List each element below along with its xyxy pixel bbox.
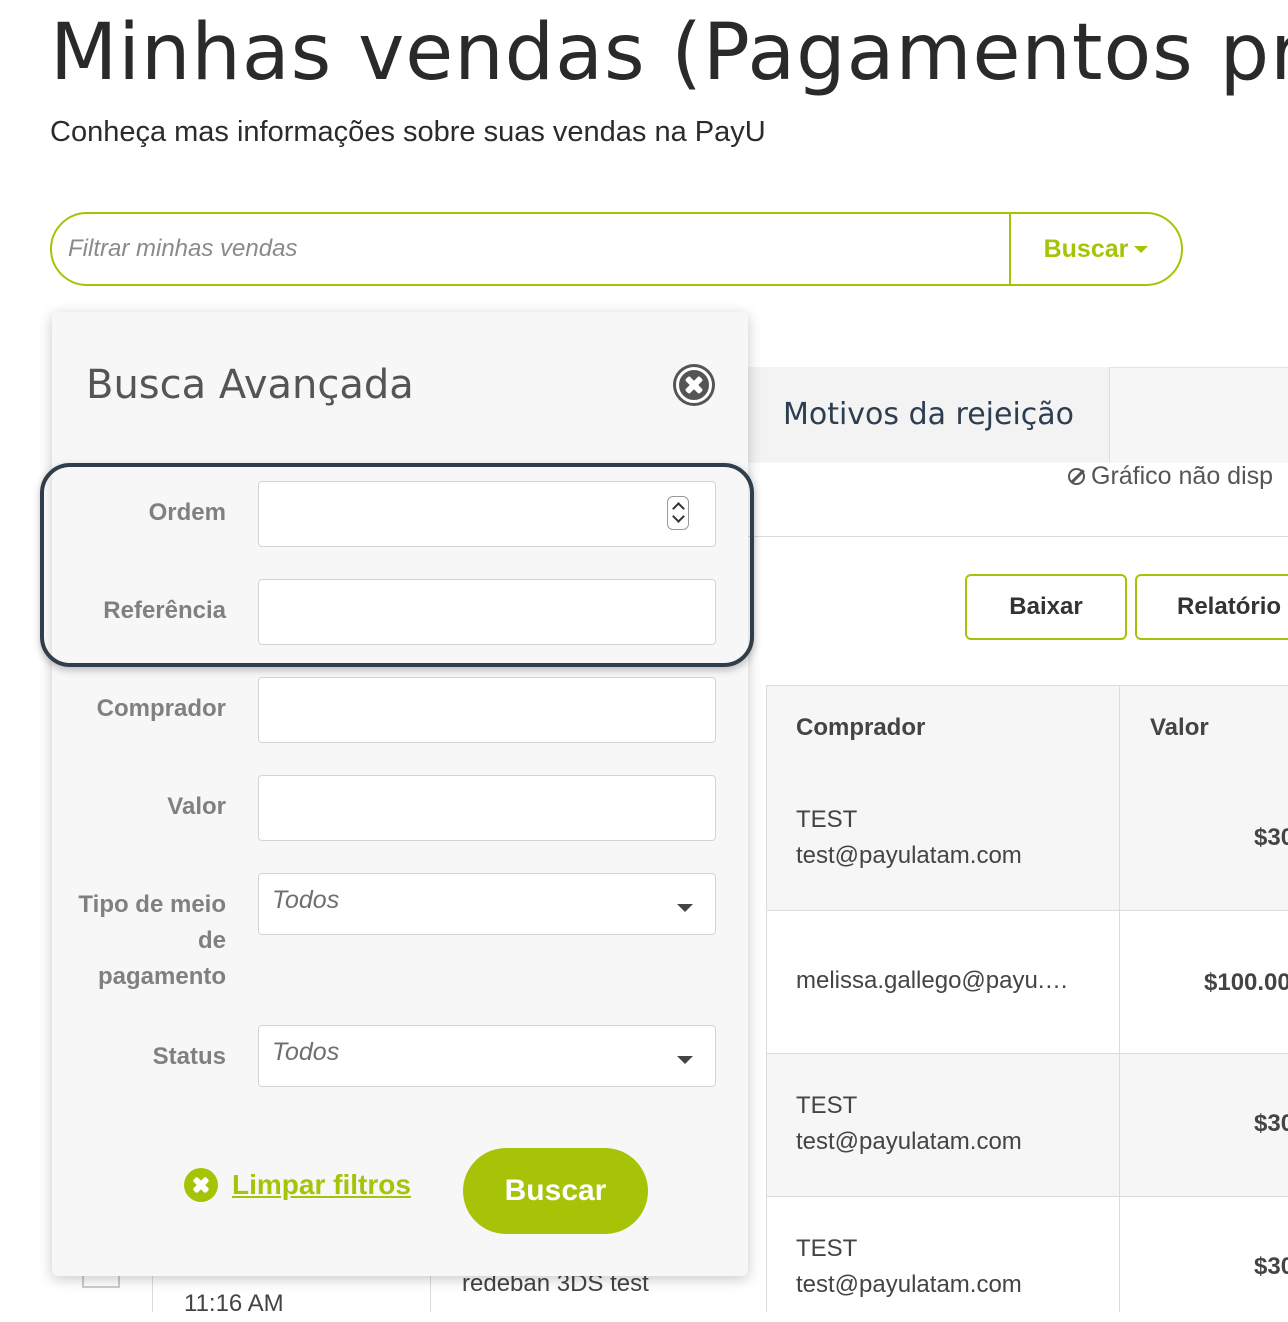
status-select[interactable]: Todos — [258, 1025, 716, 1087]
column-divider — [1119, 685, 1120, 1312]
payment-method-select[interactable]: Todos — [258, 873, 716, 935]
chart-unavailable-notice: Gráfico não disp — [1068, 462, 1273, 491]
panel-title: Busca Avançada — [86, 362, 414, 408]
caret-down-icon — [1134, 245, 1149, 253]
close-icon[interactable] — [673, 364, 715, 406]
table-row[interactable]: TEST test@payulatam.com $30 — [766, 768, 1288, 911]
buyer-name: TEST — [796, 806, 858, 833]
caret-down-icon — [677, 1056, 693, 1064]
page-title: Minhas vendas (Pagamentos pro — [50, 8, 1288, 98]
clear-filters-link[interactable]: Limpar filtros — [184, 1168, 411, 1202]
column-divider — [766, 685, 767, 1312]
amount-value: $100.00 — [1204, 969, 1288, 996]
table-header: Comprador Valor — [766, 685, 1288, 769]
download-button[interactable]: Baixar — [965, 574, 1127, 640]
amount-label: Valor — [167, 793, 226, 820]
column-divider — [152, 1276, 153, 1312]
advanced-search-panel: Busca Avançada Ordem Referência Comprado… — [52, 312, 748, 1276]
page-subtitle: Conheça mas informações sobre suas venda… — [50, 116, 766, 148]
table-row[interactable]: TEST test@payulatam.com $30 — [766, 1197, 1288, 1312]
column-divider — [430, 1276, 431, 1312]
ban-icon — [1068, 468, 1085, 485]
amount-input[interactable] — [258, 775, 716, 841]
row-checkbox[interactable] — [82, 1276, 120, 1288]
payment-method-label: de — [197, 927, 226, 954]
buyer-label: Comprador — [96, 695, 226, 722]
submit-search-button[interactable]: Buscar — [463, 1148, 648, 1234]
buyer-email: test@payulatam.com — [796, 1271, 1022, 1298]
search-dropdown-button[interactable]: Buscar — [1009, 214, 1181, 284]
buyer-input[interactable] — [258, 677, 716, 743]
amount-value: $30 — [1254, 1253, 1288, 1280]
buyer-name: TEST — [796, 1235, 858, 1262]
table-row[interactable]: TEST test@payulatam.com $30 — [766, 1054, 1288, 1197]
tab-rejection-reasons[interactable]: Motivos da rejeição — [748, 367, 1110, 462]
buyer-email: test@payulatam.com — [796, 1128, 1022, 1155]
column-header-amount[interactable]: Valor — [1150, 714, 1209, 742]
buyer-email: melissa.gallego@payu.… — [796, 967, 1069, 994]
buyer-email: test@payulatam.com — [796, 842, 1022, 869]
highlight-outline — [40, 463, 754, 667]
status-label: Status — [152, 1043, 226, 1070]
payment-method-label: pagamento — [97, 963, 226, 990]
clear-icon — [184, 1168, 218, 1202]
search-input[interactable] — [52, 214, 1009, 284]
table-row[interactable]: melissa.gallego@payu.… $100.00 — [766, 911, 1288, 1054]
transaction-time: 11:16 AM — [184, 1290, 284, 1317]
payment-method-value: Todos — [272, 886, 340, 914]
report-button[interactable]: Relatório — [1135, 574, 1288, 640]
amount-value: $30 — [1254, 824, 1288, 851]
search-button-label: Buscar — [1043, 234, 1129, 263]
column-header-buyer[interactable]: Comprador — [796, 714, 925, 742]
payment-method-label: Tipo de meio — [78, 891, 226, 918]
search-bar: Buscar — [50, 212, 1183, 286]
divider — [748, 536, 1288, 537]
status-value: Todos — [272, 1038, 340, 1066]
buyer-name: TEST — [796, 1092, 858, 1119]
amount-value: $30 — [1254, 1110, 1288, 1137]
chart-unavailable-text: Gráfico não disp — [1091, 462, 1274, 490]
clear-filters-text: Limpar filtros — [232, 1169, 411, 1200]
caret-down-icon — [677, 904, 693, 912]
